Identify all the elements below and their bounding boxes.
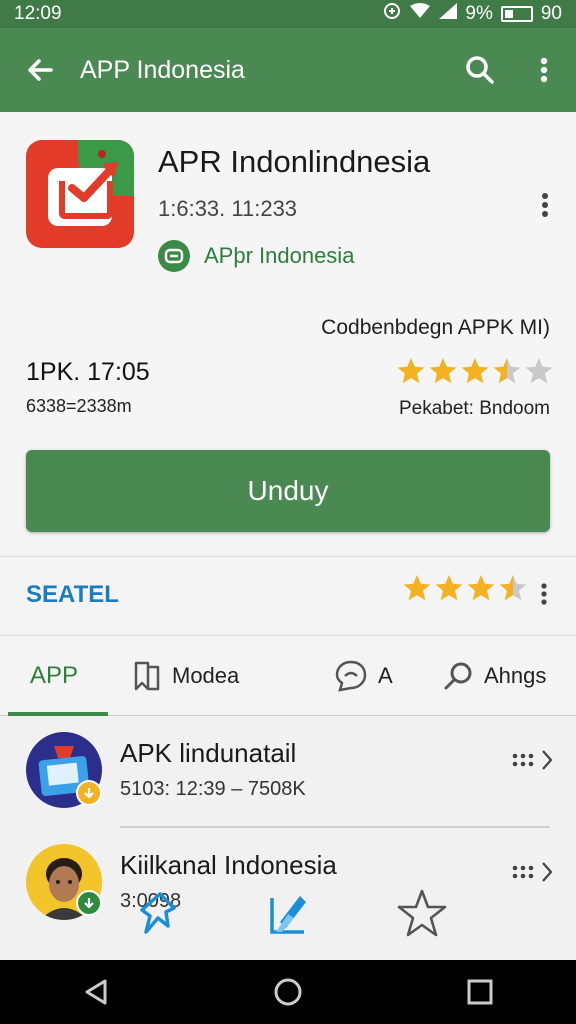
tab-a[interactable]: A bbox=[334, 636, 393, 716]
tab-ahngs[interactable]: Ahngs bbox=[442, 636, 546, 716]
app-name: APR Indonlindnesia bbox=[158, 144, 431, 179]
app-details: APR Indonlindnesia 1:6:33. 11:233 APþr I… bbox=[0, 112, 576, 554]
nav-back-button[interactable] bbox=[56, 960, 136, 1024]
download-badge-icon bbox=[76, 890, 102, 916]
app-bar: APP Indonesia bbox=[0, 28, 576, 112]
nav-home-button[interactable] bbox=[248, 960, 328, 1024]
notification-icon bbox=[383, 2, 401, 26]
chevron-right-icon bbox=[542, 750, 553, 770]
search-icon bbox=[444, 662, 472, 690]
app-meta: 1:6:33. 11:233 bbox=[158, 196, 298, 221]
search-icon bbox=[466, 56, 494, 84]
app-size-detail: 6338=2338m bbox=[26, 396, 132, 416]
tab-label: A bbox=[378, 663, 393, 688]
status-extra: 90 bbox=[540, 3, 562, 24]
battery-percent: 9% bbox=[465, 3, 493, 24]
star-icon bbox=[461, 357, 489, 384]
nav-recents-button[interactable] bbox=[440, 960, 520, 1024]
search-button[interactable] bbox=[448, 28, 512, 112]
overflow-menu-button[interactable] bbox=[512, 28, 576, 112]
star-icon bbox=[435, 574, 463, 601]
star-icon bbox=[493, 357, 521, 384]
package-text: Pekabet: Bndoom bbox=[398, 398, 550, 419]
list-item-action[interactable] bbox=[512, 748, 554, 772]
install-button[interactable]: Unduy bbox=[26, 450, 550, 532]
star-icon bbox=[397, 357, 425, 384]
rating-label[interactable]: SEATEL bbox=[26, 581, 119, 609]
circle-home-icon bbox=[274, 978, 302, 1006]
pin-icon[interactable] bbox=[138, 890, 182, 943]
rating-stars bbox=[402, 573, 528, 603]
edit-icon[interactable] bbox=[266, 888, 310, 943]
chat-icon bbox=[335, 660, 367, 692]
tab-app[interactable]: APP bbox=[7, 636, 109, 716]
floating-actions bbox=[130, 884, 460, 944]
star-icon bbox=[429, 357, 457, 384]
battery-icon bbox=[500, 6, 533, 22]
list-item[interactable]: APK lindunatail 5103: 12:39 – 7508K bbox=[0, 718, 576, 828]
star-icon bbox=[403, 574, 431, 601]
app-size: 1PK. 17:05 bbox=[26, 358, 150, 386]
list-item-subtitle: 5103: 12:39 – 7508K bbox=[120, 778, 306, 800]
wifi-icon bbox=[409, 3, 431, 25]
status-bar: 12:09 9% 90 bbox=[0, 0, 576, 28]
list-divider bbox=[120, 826, 550, 828]
app-logo-icon bbox=[26, 140, 134, 248]
signal-icon bbox=[439, 3, 458, 25]
developer-badge-icon bbox=[158, 240, 190, 272]
book-icon bbox=[134, 661, 160, 691]
back-button[interactable] bbox=[0, 28, 80, 112]
star-outline-icon[interactable] bbox=[396, 888, 448, 943]
tab-bar: APP Modea A Ahngs bbox=[0, 636, 576, 716]
list-item-title: APK lindunatail bbox=[120, 738, 297, 768]
list-item-title: Kiilkanal Indonesia bbox=[120, 850, 337, 880]
tab-label: Ahngs bbox=[484, 663, 547, 688]
more-vertical-icon bbox=[541, 583, 547, 605]
app-more-button[interactable] bbox=[540, 192, 552, 218]
rating-section: SEATEL bbox=[0, 556, 576, 636]
download-badge-icon bbox=[76, 780, 102, 806]
system-navigation-bar bbox=[0, 960, 576, 1024]
square-recents-icon bbox=[467, 979, 493, 1005]
star-icon bbox=[525, 357, 553, 384]
star-icon bbox=[499, 574, 527, 601]
rating-more-button[interactable] bbox=[540, 583, 548, 610]
triangle-back-icon bbox=[85, 979, 107, 1005]
developer-name: APþr Indonesia bbox=[204, 243, 355, 268]
more-vertical-icon bbox=[540, 57, 548, 83]
more-dots-icon bbox=[512, 753, 534, 767]
status-time: 12:09 bbox=[14, 3, 62, 24]
rating-stars bbox=[396, 356, 554, 386]
list-item-action[interactable] bbox=[512, 860, 554, 884]
compatibility-text: Codbenbdegn APPK MI) bbox=[321, 316, 550, 339]
star-icon bbox=[467, 574, 495, 601]
more-dots-icon bbox=[512, 865, 534, 879]
developer-link[interactable]: APþr Indonesia bbox=[158, 240, 354, 272]
app-bar-title: APP Indonesia bbox=[80, 55, 245, 84]
arrow-left-icon bbox=[28, 59, 53, 81]
tab-label: Modea bbox=[172, 663, 240, 688]
tab-modea[interactable]: Modea bbox=[132, 636, 239, 716]
chevron-right-icon bbox=[542, 862, 553, 882]
tab-label: APP bbox=[30, 662, 79, 689]
more-vertical-icon bbox=[542, 193, 548, 217]
